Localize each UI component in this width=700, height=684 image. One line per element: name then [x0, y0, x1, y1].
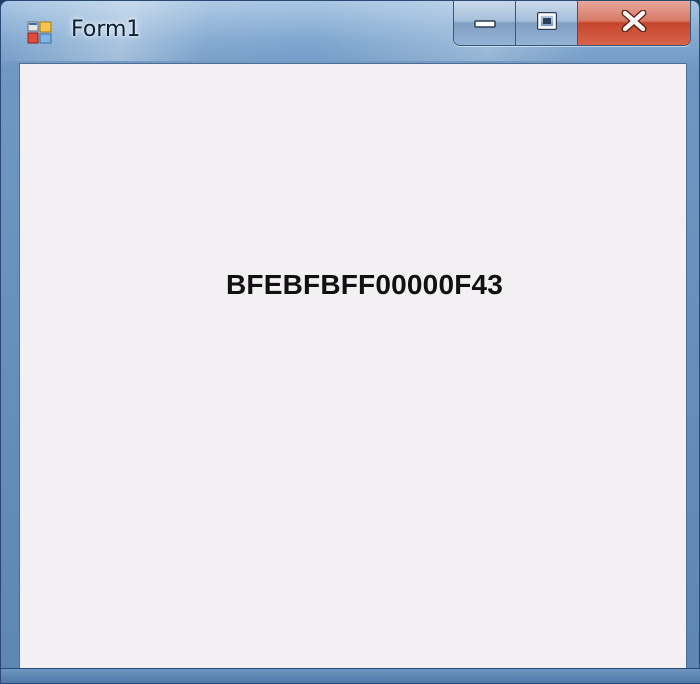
close-button[interactable] — [578, 1, 690, 45]
window-bottom-border[interactable] — [1, 668, 700, 683]
minimize-button[interactable] — [454, 1, 516, 45]
window-title: Form1 — [71, 17, 141, 42]
form-client-area: BFEBFBFF00000F43 — [19, 63, 687, 671]
form1-window: Form1 BFEBFBFF00000F43 — [0, 0, 700, 684]
close-icon — [621, 9, 647, 36]
minimize-icon — [473, 14, 497, 33]
id-label: BFEBFBFF00000F43 — [226, 269, 504, 300]
title-bar[interactable]: Form1 — [1, 1, 700, 59]
app-icon[interactable] — [27, 21, 53, 45]
caption-buttons — [453, 1, 691, 46]
maximize-button[interactable] — [516, 1, 578, 45]
restore-icon — [535, 11, 559, 35]
